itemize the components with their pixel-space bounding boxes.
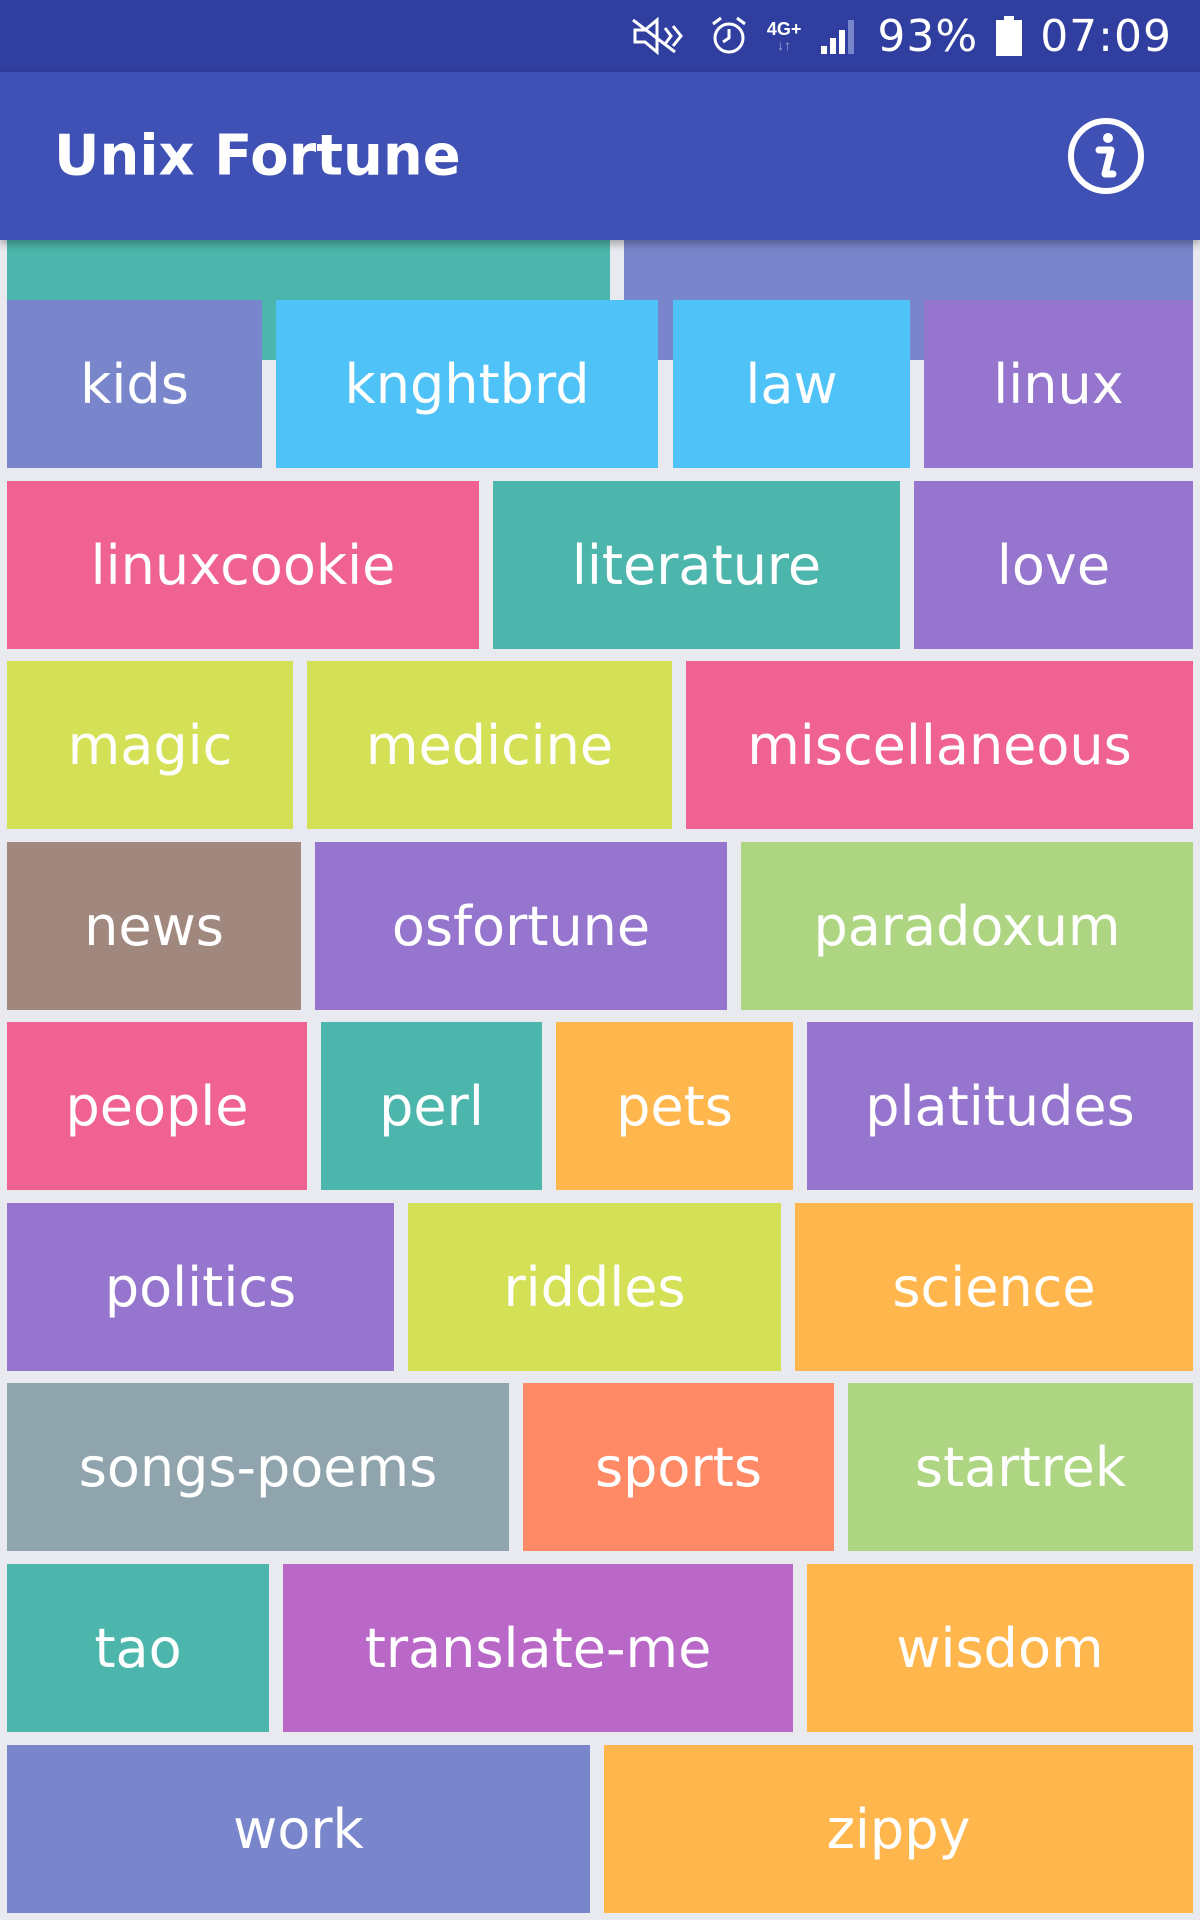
category-tile-translate-me[interactable]: translate-me: [283, 1564, 793, 1732]
category-tile-politics[interactable]: politics: [7, 1203, 394, 1371]
category-tile-medicine[interactable]: medicine: [307, 661, 672, 829]
category-tile-platitudes[interactable]: platitudes: [807, 1022, 1193, 1190]
network-type-icon: 4G+ ↓↑: [766, 19, 802, 53]
battery-icon: [996, 16, 1023, 56]
mute-icon: [631, 16, 691, 56]
category-tile-linux[interactable]: linux: [924, 300, 1193, 468]
category-tile-pets[interactable]: pets: [556, 1022, 793, 1190]
category-tile-work[interactable]: work: [7, 1745, 590, 1913]
network-type-label: 4G+: [766, 19, 802, 39]
category-tile-kids[interactable]: kids: [7, 300, 262, 468]
category-tile-miscellaneous[interactable]: miscellaneous: [686, 661, 1193, 829]
category-tile-perl[interactable]: perl: [321, 1022, 542, 1190]
battery-percent: 93%: [877, 10, 979, 62]
app-bar: Unix Fortune: [0, 72, 1200, 240]
category-tile-law[interactable]: law: [673, 300, 910, 468]
category-tile-paradoxum[interactable]: paradoxum: [741, 842, 1193, 1010]
category-tile-science[interactable]: science: [795, 1203, 1193, 1371]
category-tile-osfortune[interactable]: osfortune: [315, 842, 727, 1010]
category-tile-tao[interactable]: tao: [7, 1564, 269, 1732]
category-tile-news[interactable]: news: [7, 842, 301, 1010]
category-tile-songs-poems[interactable]: songs-poems: [7, 1383, 509, 1551]
category-tile-people[interactable]: people: [7, 1022, 307, 1190]
category-tile-literature[interactable]: literature: [493, 481, 900, 649]
category-tile-sports[interactable]: sports: [523, 1383, 834, 1551]
category-tile-linuxcookie[interactable]: linuxcookie: [7, 481, 479, 649]
category-tile-wisdom[interactable]: wisdom: [807, 1564, 1193, 1732]
category-tile-riddles[interactable]: riddles: [408, 1203, 781, 1371]
status-bar: 4G+ ↓↑ 93% 07:09: [0, 0, 1200, 72]
category-tile-zippy[interactable]: zippy: [604, 1745, 1193, 1913]
category-tile-knghtbrd[interactable]: knghtbrd: [276, 300, 658, 468]
app-title: Unix Fortune: [54, 123, 461, 189]
clock: 07:09: [1040, 10, 1172, 62]
alarm-icon: [709, 16, 749, 56]
category-tile-startrek[interactable]: startrek: [848, 1383, 1193, 1551]
category-tile-love[interactable]: love: [914, 481, 1193, 649]
category-tile-magic[interactable]: magic: [7, 661, 293, 829]
signal-icon: [819, 16, 859, 56]
category-grid: kids knghtbrd law linux linuxcookie lite…: [0, 240, 1200, 1920]
info-icon[interactable]: [1066, 116, 1146, 196]
